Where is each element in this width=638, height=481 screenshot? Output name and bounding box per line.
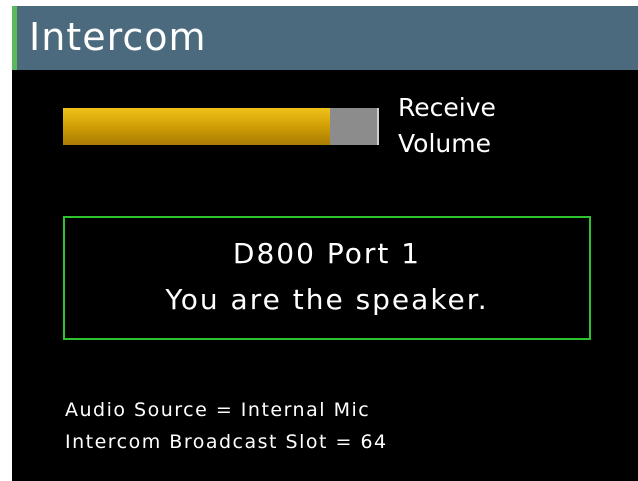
audio-source-text: Audio Source = Internal Mic (65, 399, 371, 421)
page-title: Intercom (29, 15, 207, 59)
speaker-status-box: D800 Port 1 You are the speaker. (63, 216, 591, 340)
receive-volume-level (63, 108, 330, 145)
title-bar: Intercom (12, 6, 638, 70)
receive-volume-label-line2: Volume (398, 129, 491, 158)
port-name: D800 Port 1 (232, 237, 422, 270)
broadcast-slot-text: Intercom Broadcast Slot = 64 (65, 431, 388, 453)
speaker-status-message: You are the speaker. (165, 283, 489, 316)
intercom-info: Audio Source = Internal Mic Intercom Bro… (65, 394, 388, 458)
receive-volume-label: Receive Volume (398, 90, 558, 162)
intercom-screen: Intercom Receive Volume D800 Port 1 You … (12, 6, 638, 481)
receive-volume-slider[interactable] (63, 108, 379, 145)
receive-volume-label-line1: Receive (398, 93, 496, 122)
